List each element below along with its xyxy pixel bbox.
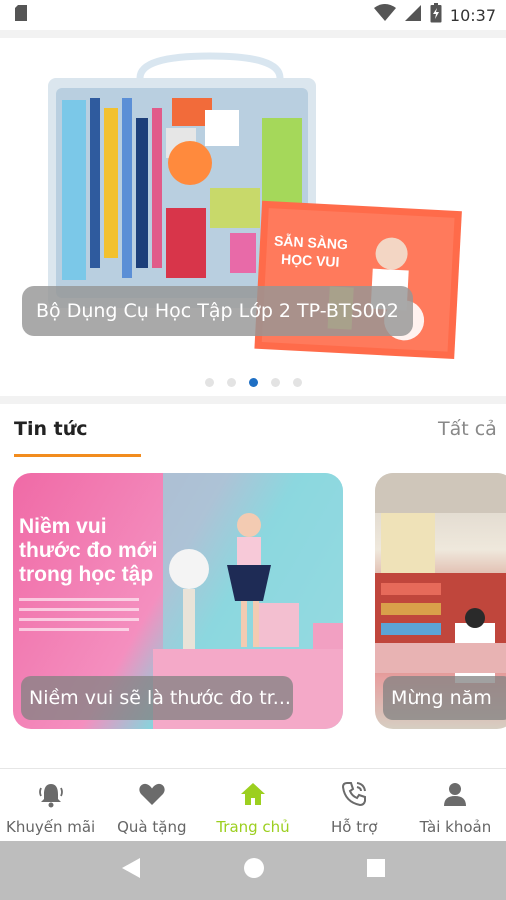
home-icon bbox=[238, 779, 268, 809]
news-card[interactable]: Mừng năm bbox=[375, 473, 506, 729]
nav-label: Khuyến mãi bbox=[6, 818, 96, 836]
app-screen: 10:37 SẴN SÀNG HỌC VUI Bộ Dụng Cụ Học Tậ… bbox=[0, 0, 506, 900]
status-bar: 10:37 bbox=[0, 0, 506, 30]
phone-icon bbox=[339, 779, 369, 809]
bottom-nav: Khuyến mãi Quà tặng Trang chủ Hỗ trợ Tài… bbox=[0, 768, 506, 841]
status-time: 10:37 bbox=[449, 5, 496, 25]
banner-carousel[interactable]: SẴN SÀNG HỌC VUI Bộ Dụng Cụ Học Tập Lớp … bbox=[0, 38, 506, 363]
nav-label: Quà tặng bbox=[117, 818, 187, 836]
news-title-underline bbox=[14, 454, 141, 457]
recents-icon[interactable] bbox=[366, 858, 386, 883]
carousel-dot[interactable] bbox=[270, 378, 280, 387]
carousel-dots bbox=[0, 378, 506, 387]
news-card-poster-line-2: thước đo mới bbox=[19, 539, 157, 562]
banner-poster-line-2: HỌC VUI bbox=[281, 251, 340, 270]
nav-label: Trang chủ bbox=[216, 818, 290, 836]
carousel-dot-active[interactable] bbox=[248, 378, 258, 387]
news-card[interactable]: Niềm vui thước đo mới trong học tập Niềm… bbox=[13, 473, 343, 729]
signal-icon bbox=[404, 4, 422, 27]
section-divider bbox=[0, 396, 506, 404]
news-card-poster-line-1: Niềm vui bbox=[19, 515, 107, 538]
battery-icon bbox=[430, 2, 442, 28]
carousel-dot[interactable] bbox=[292, 378, 302, 387]
carousel-dot[interactable] bbox=[226, 378, 236, 387]
banner-caption: Bộ Dụng Cụ Học Tập Lớp 2 TP-BTS002 bbox=[22, 286, 413, 336]
carousel-dot[interactable] bbox=[204, 378, 214, 387]
wifi-icon bbox=[373, 3, 396, 27]
nav-item-support[interactable]: Hỗ trợ bbox=[304, 769, 405, 841]
nav-label: Tài khoản bbox=[419, 818, 492, 836]
news-card-poster-line-3: trong học tập bbox=[19, 563, 153, 586]
news-card-caption: Niềm vui sẽ là thước đo tr... bbox=[21, 676, 293, 720]
nav-label: Hỗ trợ bbox=[330, 818, 378, 836]
news-section-title: Tin tức bbox=[14, 418, 88, 440]
back-icon[interactable] bbox=[120, 856, 142, 885]
bell-icon bbox=[36, 779, 66, 809]
home-circle-icon[interactable] bbox=[242, 856, 266, 885]
news-card-list: Niềm vui thước đo mới trong học tập Niềm… bbox=[0, 473, 506, 731]
system-nav-bar bbox=[0, 841, 506, 900]
heart-icon bbox=[137, 779, 167, 809]
nav-item-gifts[interactable]: Quà tặng bbox=[101, 769, 202, 841]
news-card-caption: Mừng năm bbox=[383, 676, 506, 720]
nav-item-promotions[interactable]: Khuyến mãi bbox=[0, 769, 101, 841]
nav-item-home[interactable]: Trang chủ bbox=[202, 769, 303, 841]
sim-card-icon bbox=[14, 4, 28, 27]
user-icon bbox=[440, 779, 470, 809]
see-all-link[interactable]: Tất cả bbox=[438, 418, 497, 440]
news-header: Tin tức Tất cả bbox=[0, 404, 506, 460]
nav-item-account[interactable]: Tài khoản bbox=[405, 769, 506, 841]
top-divider bbox=[0, 30, 506, 38]
